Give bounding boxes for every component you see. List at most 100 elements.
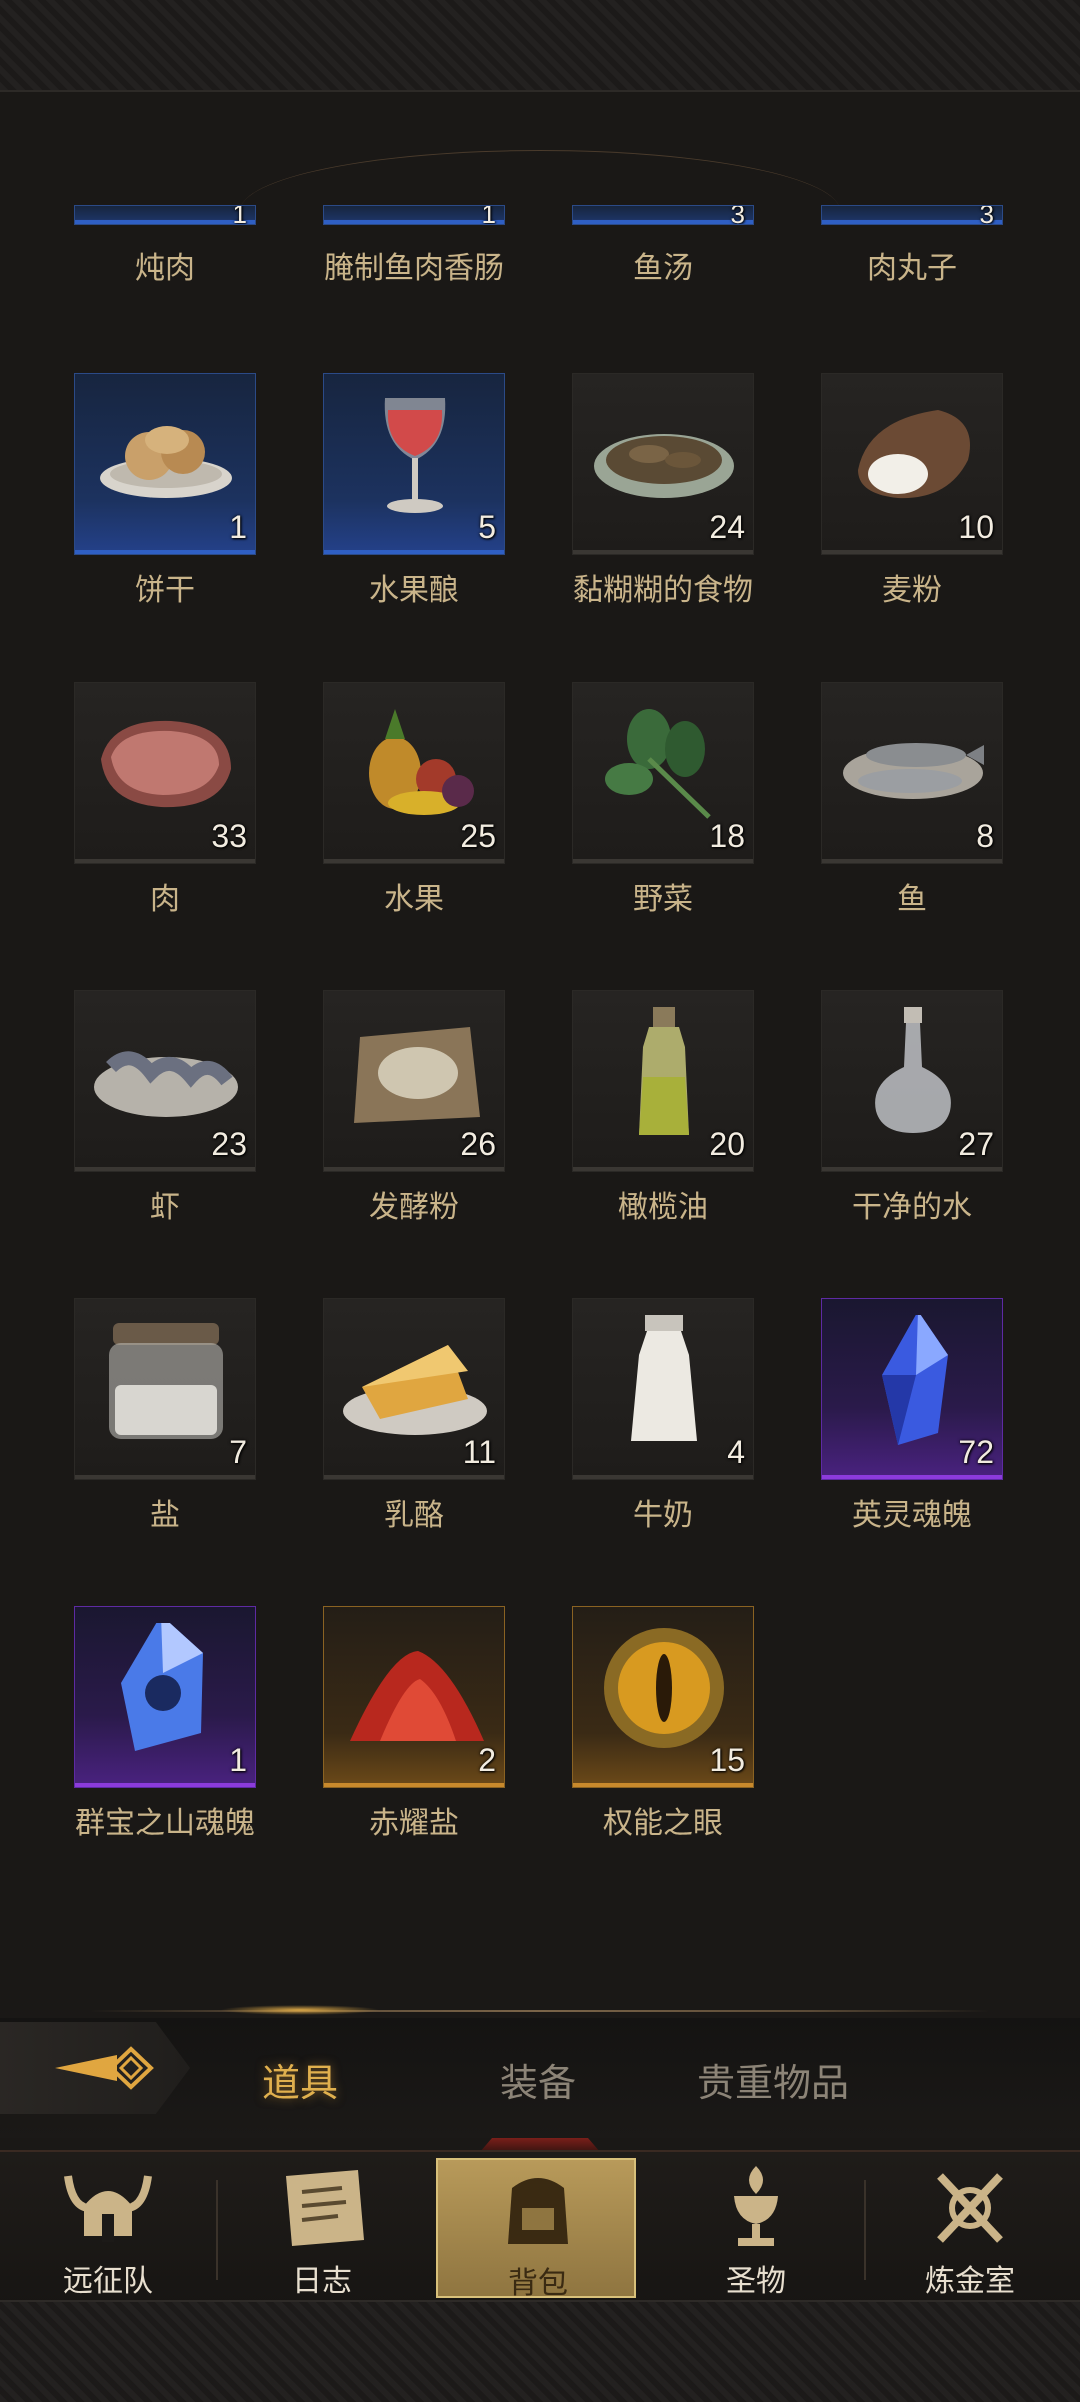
item-slot[interactable]: 8 鱼 — [817, 682, 1007, 972]
viking-helmet-icon — [58, 2166, 158, 2250]
item-count: 10 — [958, 509, 994, 545]
item-tile[interactable]: 3 — [572, 205, 754, 225]
item-tile[interactable]: 25 — [323, 682, 505, 864]
tab-items[interactable]: 道具 — [262, 2052, 338, 2107]
item-name: 鱼汤 — [633, 251, 693, 286]
item-name: 肉丸子 — [867, 251, 957, 286]
item-slot[interactable]: 1 饼干 — [70, 373, 260, 663]
item-tile[interactable]: 20 — [572, 990, 754, 1172]
nav-relics-label: 圣物 — [726, 2264, 786, 2299]
item-tile[interactable]: 26 — [323, 990, 505, 1172]
chalice-icon — [706, 2166, 806, 2250]
item-name: 权能之眼 — [603, 1806, 723, 1841]
item-name: 肉 — [150, 882, 180, 917]
item-count: 2 — [478, 1742, 496, 1778]
flour-sack-icon — [838, 390, 988, 520]
journal-icon — [272, 2166, 372, 2250]
red-salt-icon — [340, 1623, 490, 1753]
item-tile[interactable]: 4 — [572, 1298, 754, 1480]
item-count: 26 — [460, 1126, 496, 1162]
item-count: 1 — [229, 509, 247, 545]
item-count: 23 — [211, 1126, 247, 1162]
item-name: 赤耀盐 — [369, 1806, 459, 1841]
item-count: 1 — [232, 205, 247, 225]
item-tile[interactable]: 33 — [74, 682, 256, 864]
item-tile[interactable]: 18 — [572, 682, 754, 864]
oil-bottle-icon — [589, 1007, 739, 1137]
item-slot[interactable]: 33 肉 — [70, 682, 260, 972]
item-slot[interactable]: 10 麦粉 — [817, 373, 1007, 663]
item-count: 5 — [478, 509, 496, 545]
item-tile[interactable]: 1 — [323, 205, 505, 225]
item-count: 18 — [709, 818, 745, 854]
item-count: 11 — [462, 1434, 496, 1470]
item-tile[interactable]: 2 — [323, 1606, 505, 1788]
item-slot[interactable]: 11 乳酪 — [319, 1298, 509, 1588]
wine-glass-icon — [340, 390, 490, 520]
item-slot[interactable]: 15 权能之眼 — [568, 1606, 758, 1896]
item-count: 27 — [958, 1126, 994, 1162]
item-slot[interactable]: 5 水果酿 — [319, 373, 509, 663]
item-slot[interactable]: 18 野菜 — [568, 682, 758, 972]
item-slot[interactable]: 1 群宝之山魂魄 — [70, 1606, 260, 1896]
salt-jar-icon — [91, 1315, 241, 1445]
item-count: 33 — [211, 818, 247, 854]
item-tile[interactable]: 24 — [572, 373, 754, 555]
item-name: 野菜 — [633, 882, 693, 917]
tab-valuables[interactable]: 贵重物品 — [697, 2052, 849, 2107]
item-name: 黏糊糊的食物 — [573, 573, 753, 608]
item-slot[interactable]: 4 牛奶 — [568, 1298, 758, 1588]
item-tile[interactable]: 1 — [74, 1606, 256, 1788]
item-tile[interactable]: 10 — [821, 373, 1003, 555]
item-name: 盐 — [150, 1498, 180, 1533]
item-count: 4 — [727, 1434, 745, 1470]
tab-equipment[interactable]: 装备 — [500, 2052, 576, 2107]
bottom-frame — [0, 2300, 1080, 2402]
alchemy-icon — [920, 2166, 1020, 2250]
item-name: 虾 — [150, 1190, 180, 1225]
item-count: 7 — [229, 1434, 247, 1470]
water-bottle-icon — [838, 1007, 988, 1137]
item-tile[interactable]: 3 — [821, 205, 1003, 225]
cheese-icon — [340, 1315, 490, 1445]
item-slot[interactable]: 27 干净的水 — [817, 990, 1007, 1280]
item-tile[interactable]: 72 — [821, 1298, 1003, 1480]
item-name: 乳酪 — [384, 1498, 444, 1533]
item-slot[interactable]: 2 赤耀盐 — [319, 1606, 509, 1896]
inventory-grid: 1 炖肉 1 腌制鱼肉香肠 3 鱼汤 3 肉丸子 1 饼干 5 水果酿 24 黏… — [0, 0, 1080, 1900]
item-slot[interactable]: 23 虾 — [70, 990, 260, 1280]
nav-relics[interactable]: 圣物 — [656, 2158, 856, 2299]
fish-icon — [838, 699, 988, 829]
item-name: 干净的水 — [852, 1190, 972, 1225]
biscuit-icon — [91, 390, 241, 520]
item-tile[interactable]: 7 — [74, 1298, 256, 1480]
item-slot[interactable]: 25 水果 — [319, 682, 509, 972]
item-slot[interactable]: 7 盐 — [70, 1298, 260, 1588]
back-arrow-icon[interactable] — [55, 2045, 155, 2091]
item-tile[interactable]: 1 — [74, 205, 256, 225]
greens-icon — [589, 699, 739, 829]
item-slot[interactable]: 24 黏糊糊的食物 — [568, 373, 758, 663]
nav-backpack[interactable]: 背包 — [436, 2158, 636, 2301]
nav-alchemy[interactable]: 炼金室 — [870, 2158, 1070, 2299]
nav-expedition[interactable]: 远征队 — [8, 2158, 208, 2299]
nav-alchemy-label: 炼金室 — [925, 2264, 1015, 2299]
item-count: 24 — [709, 509, 745, 545]
item-name: 腌制鱼肉香肠 — [324, 251, 504, 286]
item-slot[interactable]: 72 英灵魂魄 — [817, 1298, 1007, 1588]
nav-separator — [216, 2180, 218, 2280]
item-tile[interactable]: 8 — [821, 682, 1003, 864]
item-tile[interactable]: 27 — [821, 990, 1003, 1172]
item-tile[interactable]: 5 — [323, 373, 505, 555]
item-tile[interactable]: 15 — [572, 1606, 754, 1788]
item-slot[interactable]: 20 橄榄油 — [568, 990, 758, 1280]
nav-journal[interactable]: 日志 — [222, 2158, 422, 2299]
shrimp-icon — [91, 1007, 241, 1137]
item-tile[interactable]: 23 — [74, 990, 256, 1172]
item-slot[interactable]: 26 发酵粉 — [319, 990, 509, 1280]
item-count: 1 — [229, 1742, 247, 1778]
item-tile[interactable]: 1 — [74, 373, 256, 555]
item-tile[interactable]: 11 — [323, 1298, 505, 1480]
item-count: 25 — [460, 818, 496, 854]
item-count: 1 — [481, 205, 496, 225]
